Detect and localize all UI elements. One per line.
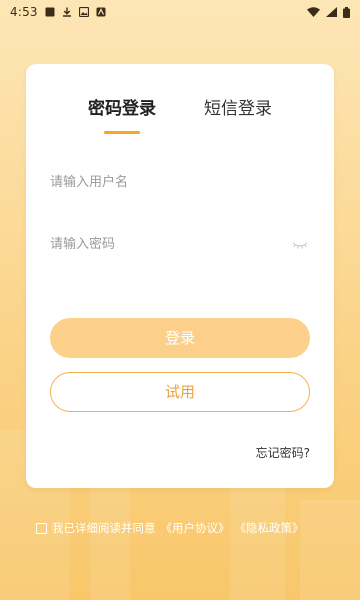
login-button[interactable]: 登录 — [50, 318, 310, 358]
active-tab-indicator — [104, 131, 140, 134]
agreement-checkbox[interactable] — [36, 522, 47, 534]
user-agreement-link[interactable]: 《用户协议》 — [161, 520, 230, 536]
forgot-password-link[interactable]: 忘记密码? — [256, 444, 310, 461]
agreement-row: 我已详细阅读并同意 《用户协议》 《隐私政策》 — [36, 520, 304, 536]
status-bar: 4:53 — [0, 0, 360, 24]
eye-closed-icon[interactable] — [292, 240, 308, 250]
download-icon — [62, 7, 71, 17]
tab-password-login[interactable]: 密码登录 — [84, 94, 160, 134]
app-icon — [96, 7, 106, 17]
password-input[interactable] — [50, 226, 286, 262]
tab-sms-login-label: 短信登录 — [204, 99, 272, 119]
tab-password-login-label: 密码登录 — [88, 99, 156, 119]
notification-square-icon — [45, 7, 55, 17]
login-card: 密码登录 短信登录 登录 试用 忘记密码? — [26, 64, 334, 488]
tab-sms-login[interactable]: 短信登录 — [200, 94, 276, 134]
battery-icon — [343, 6, 350, 18]
status-time: 4:53 — [10, 5, 38, 19]
wifi-icon — [307, 7, 320, 17]
agreement-text: 我已详细阅读并同意 — [52, 521, 156, 535]
photo-icon — [78, 7, 89, 17]
login-tabs: 密码登录 短信登录 — [26, 94, 334, 134]
privacy-policy-link[interactable]: 《隐私政策》 — [235, 520, 304, 536]
username-input[interactable] — [50, 164, 310, 200]
trial-button[interactable]: 试用 — [50, 372, 310, 412]
signal-icon — [326, 7, 337, 17]
